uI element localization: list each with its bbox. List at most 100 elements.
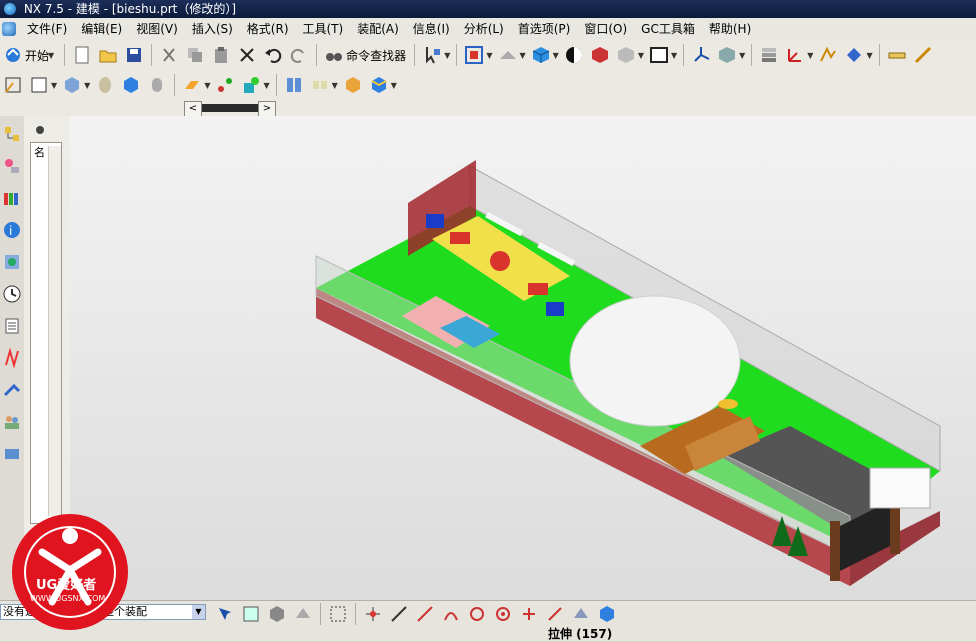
snap-endpoint-icon[interactable] [362,603,384,625]
graphics-window[interactable] [70,116,976,600]
process-studio-icon[interactable] [1,344,23,372]
court-key-left [450,232,470,244]
menu-info[interactable]: 信息(I) [406,18,457,40]
menu-help[interactable]: 帮助(H) [702,18,758,40]
extrude-icon[interactable] [61,74,83,96]
point-icon[interactable] [214,74,236,96]
manufacturing-wizard-icon[interactable] [1,376,23,404]
scroll-left-button[interactable]: < [184,101,202,117]
pattern-icon[interactable] [309,74,331,96]
new-file-icon[interactable] [71,44,93,66]
undo-icon[interactable] [262,44,284,66]
paste-icon[interactable] [210,44,232,66]
wcs-icon[interactable] [784,44,806,66]
selection-filter-icon[interactable] [421,44,443,66]
menu-analysis[interactable]: 分析(L) [457,18,511,40]
copy-icon[interactable] [184,44,206,66]
menu-insert[interactable]: 插入(S) [185,18,240,40]
save-icon[interactable] [123,44,145,66]
orient-wcs-icon[interactable] [690,44,712,66]
snap-intersection-icon[interactable] [518,603,540,625]
boolean-icon[interactable] [342,74,364,96]
menu-file[interactable]: 文件(F) [20,18,74,40]
snap-control-icon[interactable] [414,603,436,625]
orient-view-icon[interactable] [497,44,519,66]
history-palette-icon[interactable] [1,248,23,276]
menu-window[interactable]: 窗口(O) [577,18,634,40]
command-finder-button[interactable]: 命令查找器 [321,44,410,66]
snap-surface-icon[interactable] [570,603,592,625]
analysis-icon[interactable] [817,44,839,66]
delete-icon[interactable] [236,44,258,66]
shaded-cube-icon[interactable] [530,44,552,66]
book-icon[interactable] [283,74,305,96]
revolve-icon[interactable] [94,74,116,96]
assembly-navigator-icon[interactable] [1,120,23,148]
redo-icon[interactable] [288,44,310,66]
snap-arc-icon[interactable] [440,603,462,625]
menu-bar: 文件(F) 编辑(E) 视图(V) 插入(S) 格式(R) 工具(T) 装配(A… [0,18,976,41]
display-mode-icon[interactable] [563,44,585,66]
snap-quadrant-icon[interactable] [492,603,514,625]
part-navigator-icon[interactable] [1,184,23,212]
open-folder-icon[interactable] [97,44,119,66]
constraint-navigator-icon[interactable] [1,152,23,180]
snap-midpoint-icon[interactable] [388,603,410,625]
snap-point-on-curve-icon[interactable] [544,603,566,625]
menu-preferences[interactable]: 首选项(P) [511,18,578,40]
snap-icon[interactable] [843,44,865,66]
window-title: NX 7.5 - 建模 - [bieshu.prt（修改的）] [23,2,237,16]
rectangle-select-icon[interactable] [327,603,349,625]
app-menu-icon[interactable] [2,22,16,36]
snap-center-icon[interactable] [466,603,488,625]
cylinder-icon[interactable] [146,74,168,96]
start-icon [6,48,20,62]
move-object-icon[interactable] [716,44,738,66]
sketch-icon[interactable] [2,74,24,96]
hoop-base-back [426,214,444,228]
menu-format[interactable]: 格式(R) [240,18,296,40]
separator [151,44,153,66]
command-finder-label: 命令查找器 [346,48,407,63]
menu-gc-toolbox[interactable]: GC工具箱 [634,18,702,40]
pin-icon[interactable] [34,124,46,136]
menu-assembly[interactable]: 装配(A) [350,18,406,40]
history-clock-icon[interactable] [1,280,23,308]
wireframe-cube-icon[interactable] [615,44,637,66]
navigator-scrollbar[interactable] [48,146,61,516]
fit-view-icon[interactable] [463,44,485,66]
start-label: 开始 [25,48,50,63]
3d-model-view[interactable] [70,116,976,600]
solid-body-icon[interactable] [368,74,390,96]
layers-icon[interactable] [758,44,780,66]
watermark-url: WWW.UGSNX.COM [30,594,106,603]
cut-icon[interactable] [158,44,180,66]
start-button[interactable]: 开始 ▼ [0,44,60,66]
datum-plane-icon[interactable] [181,74,203,96]
block-icon[interactable] [120,74,142,96]
system-scene-icon[interactable] [1,440,23,468]
separator [174,74,176,96]
general-selection-icon[interactable] [214,603,236,625]
menu-view[interactable]: 视图(V) [129,18,185,40]
snap-solid-icon[interactable] [596,603,618,625]
measure-angle-icon[interactable] [912,44,934,66]
select-face-icon[interactable] [292,603,314,625]
select-body-icon[interactable] [266,603,288,625]
rectangle-icon[interactable] [28,74,50,96]
roles-icon[interactable] [1,408,23,436]
scroll-right-button[interactable]: > [258,101,276,117]
section-view-icon[interactable] [589,44,611,66]
menu-tools[interactable]: 工具(T) [296,18,351,40]
hoop-base-front [546,302,564,316]
assembly-icon[interactable] [240,74,262,96]
gate-post-left [830,521,840,581]
measure-distance-icon[interactable] [886,44,908,66]
system-materials-icon[interactable] [1,312,23,340]
scroll-track[interactable] [202,104,258,112]
select-feature-icon[interactable] [240,603,262,625]
background-icon[interactable] [648,44,670,66]
web-browser-icon[interactable]: i [1,216,23,244]
menu-edit[interactable]: 编辑(E) [74,18,129,40]
watermark-brand: UG爱好者 [36,578,97,593]
